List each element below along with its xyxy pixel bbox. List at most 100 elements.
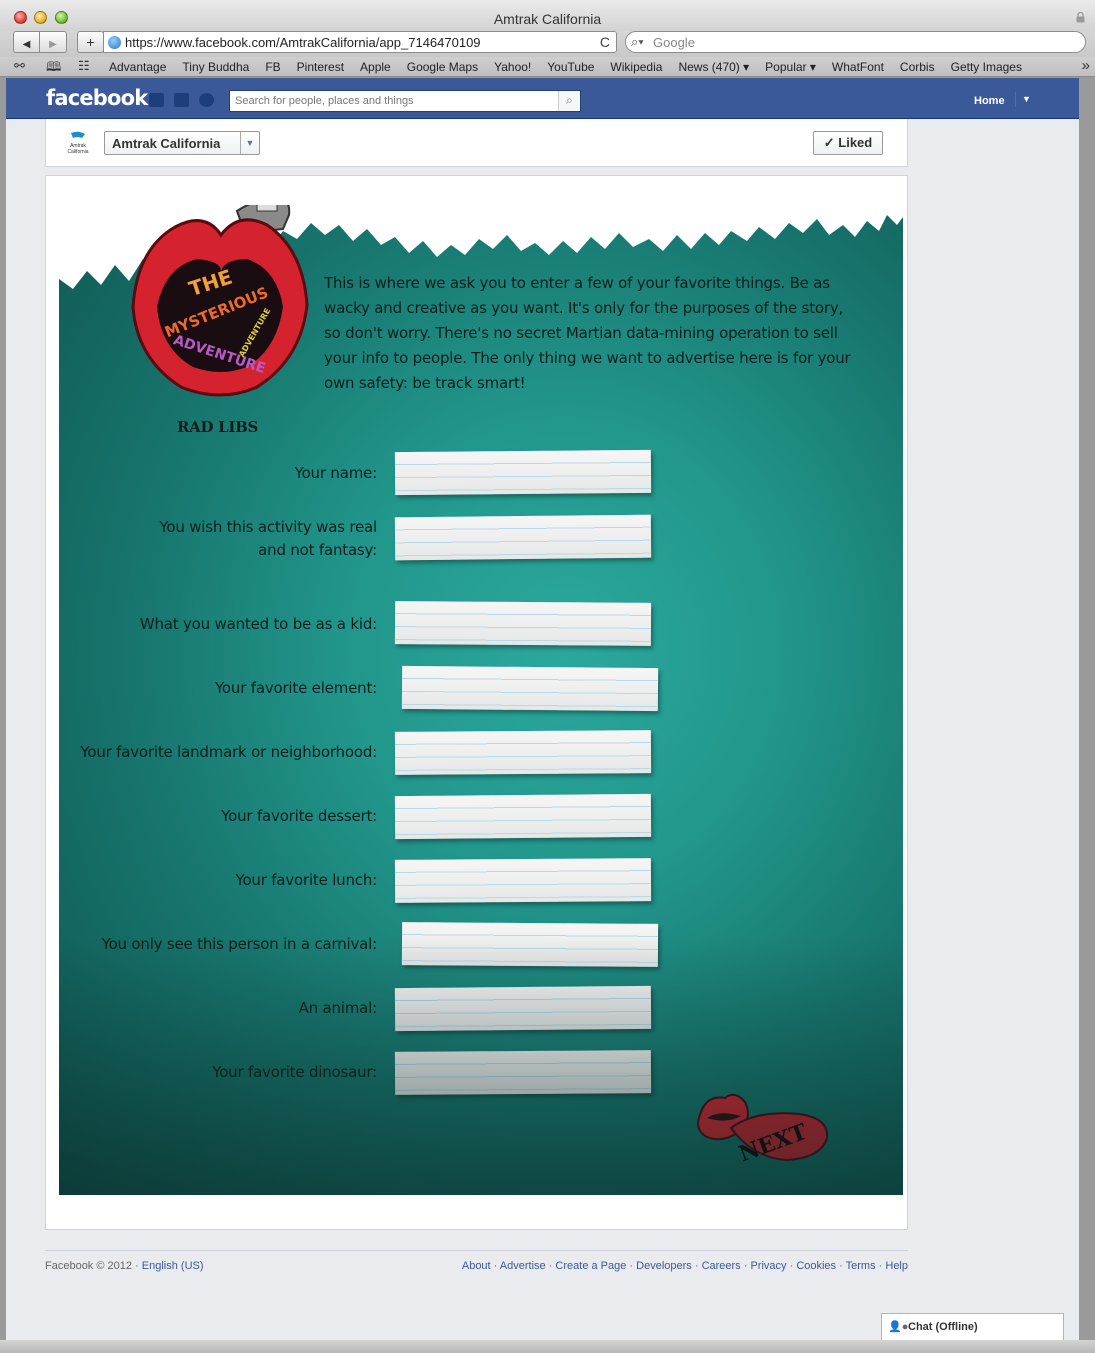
footer-link-help[interactable]: Help — [885, 1260, 908, 1272]
bookmark-item[interactable]: Apple — [352, 60, 399, 74]
facebook-search-input[interactable]: Search for people, places and things ⌕ — [229, 90, 581, 112]
field-label: Your favorite lunch: — [235, 871, 377, 889]
bookmark-item[interactable]: Tiny Buddha — [174, 60, 257, 74]
footer-link-developers[interactable]: Developers — [636, 1260, 692, 1272]
dinosaur-input[interactable] — [394, 1050, 652, 1095]
bookmark-item[interactable]: Google Maps — [399, 60, 486, 74]
facebook-logo[interactable]: facebook — [46, 86, 148, 110]
bookmark-item[interactable]: Getty Images — [943, 60, 1030, 74]
animal-input[interactable] — [394, 985, 652, 1032]
bookmark-item[interactable]: WhatFont — [824, 60, 892, 74]
field-label: Your name: — [294, 464, 378, 482]
search-icon[interactable]: ⌕ — [558, 91, 580, 111]
window-title: Amtrak California — [493, 11, 602, 27]
liked-button[interactable]: ✓ Liked — [813, 131, 883, 155]
lunch-input[interactable] — [394, 858, 652, 903]
amtrak-logo-icon[interactable]: Amtrak California — [63, 130, 93, 156]
page-name: Amtrak California — [112, 136, 221, 151]
bookmark-item[interactable]: Yahoo! — [486, 60, 539, 74]
bookmark-item[interactable]: Corbis — [892, 60, 943, 74]
field-label: You wish this activity was real and not … — [159, 518, 377, 559]
bookmark-item[interactable]: Pinterest — [289, 60, 352, 74]
bookmark-item[interactable]: FB — [257, 60, 288, 74]
page-name-button[interactable]: Amtrak California ▼ — [104, 131, 260, 155]
reading-list-icon[interactable]: ⚯ — [14, 58, 25, 74]
next-button[interactable]: NEXT — [695, 1088, 835, 1168]
field-label: You only see this person in a carnival: — [101, 935, 378, 953]
field-label: An animal: — [298, 999, 378, 1017]
search-icon: ⌕▾ — [631, 34, 644, 49]
messages-icon[interactable] — [174, 93, 189, 107]
bookmark-item[interactable]: Wikipedia — [602, 60, 670, 74]
globe-icon — [108, 36, 121, 49]
bookmarks-book-icon[interactable]: 🕮 — [46, 58, 61, 80]
bookmark-item[interactable]: YouTube — [539, 60, 602, 74]
back-arrow-icon: ◀ — [22, 39, 31, 50]
footer-link-advertise[interactable]: Advertise — [500, 1260, 546, 1272]
top-sites-grid-icon[interactable]: ☷ — [78, 58, 90, 74]
bookmarks-bar: ⚯ 🕮 ☷ Advantage Tiny Buddha FB Pinterest App… — [0, 57, 1095, 77]
address-bar[interactable]: https://www.facebook.com/AmtrakCaliforni… — [103, 31, 617, 53]
carnival-person-input[interactable] — [401, 922, 659, 967]
footer-copyright: Facebook © 2012 · English (US) — [45, 1260, 204, 1272]
footer-link-cookies[interactable]: Cookies — [796, 1260, 836, 1272]
field-label: Your favorite element: — [214, 679, 377, 697]
landmark-input[interactable] — [394, 730, 652, 775]
footer-divider — [45, 1250, 908, 1251]
add-bookmark-button[interactable]: + — [77, 31, 104, 53]
bookmark-item[interactable]: Popular ▾ — [757, 60, 824, 74]
field-label: Your favorite dinosaur: — [212, 1063, 377, 1081]
footer-links: About · Advertise · Create a Page · Deve… — [461, 1260, 908, 1272]
element-input[interactable] — [401, 665, 659, 712]
page-viewport: facebook Search for people, places and t… — [6, 78, 1079, 1340]
facebook-search-placeholder: Search for people, places and things — [235, 95, 414, 107]
bookmark-item[interactable]: Advantage — [101, 60, 174, 74]
footer-link-terms[interactable]: Terms — [846, 1260, 876, 1272]
friend-requests-icon[interactable] — [149, 93, 164, 107]
home-link[interactable]: Home — [974, 95, 1005, 107]
account-menu-arrow-icon[interactable]: ▼ — [1022, 94, 1031, 104]
chat-people-icon: 👤● — [888, 1321, 909, 1333]
bookmark-list: Advantage Tiny Buddha FB Pinterest Apple Goog… — [101, 60, 1030, 74]
address-text: https://www.facebook.com/AmtrakCaliforni… — [125, 35, 481, 50]
footer-link-privacy[interactable]: Privacy — [750, 1260, 786, 1272]
plus-icon: + — [86, 34, 95, 50]
dessert-input[interactable] — [394, 793, 652, 840]
footer-link-careers[interactable]: Careers — [702, 1260, 741, 1272]
bookmark-item[interactable]: News (470) ▾ — [670, 60, 757, 74]
chat-label: Chat (Offline) — [908, 1321, 978, 1333]
back-button[interactable]: ◀ — [13, 31, 40, 53]
status-bar — [0, 1340, 1095, 1353]
field-label: Your favorite dessert: — [221, 807, 377, 825]
copyright-text: Facebook © 2012 · — [45, 1260, 142, 1272]
kid-dream-input[interactable] — [394, 601, 652, 646]
footer-link-about[interactable]: About — [462, 1260, 491, 1272]
footer-link-create-page[interactable]: Create a Page — [555, 1260, 626, 1272]
app-container: THE MYSTERIOUS ADVENTURE ADVENTURE RAD L… — [45, 175, 908, 1230]
rad-libs-app: THE MYSTERIOUS ADVENTURE ADVENTURE RAD L… — [59, 205, 903, 1195]
chat-tab[interactable]: 👤● Chat (Offline) — [881, 1313, 1064, 1340]
name-input[interactable] — [394, 449, 652, 496]
chevron-down-icon: ▼ — [240, 132, 259, 154]
reload-icon[interactable]: C — [600, 34, 610, 50]
notifications-globe-icon[interactable] — [199, 93, 214, 107]
more-bookmarks-icon[interactable]: » — [1082, 57, 1090, 74]
divider — [1015, 92, 1016, 107]
browser-search-field[interactable]: ⌕▾ Google — [625, 31, 1086, 53]
forward-arrow-icon: ▶ — [49, 39, 57, 50]
facebook-blue-bar: facebook Search for people, places and t… — [6, 78, 1079, 119]
intro-paragraph: This is where we ask you to enter a few … — [324, 274, 851, 392]
window-titlebar: Amtrak California — [0, 0, 1095, 31]
field-label: Your favorite landmark or neighborhood: — [80, 743, 377, 761]
field-label: What you wanted to be as a kid: — [139, 615, 377, 633]
lock-icon — [1076, 12, 1085, 23]
svg-text:California: California — [67, 149, 88, 155]
rad-libs-title: RAD LIBS — [177, 418, 259, 436]
mysterious-adventure-lips-logo: THE MYSTERIOUS ADVENTURE ADVENTURE — [131, 205, 309, 397]
forward-button[interactable]: ▶ — [39, 31, 67, 53]
page-header: Amtrak California Amtrak California ▼ ✓ … — [45, 119, 908, 167]
language-link[interactable]: English (US) — [142, 1260, 204, 1272]
browser-search-placeholder: Google — [653, 35, 695, 50]
wish-activity-input[interactable] — [394, 514, 652, 561]
browser-toolbar: ◀ ▶ + https://www.facebook.com/AmtrakCal… — [0, 31, 1095, 57]
